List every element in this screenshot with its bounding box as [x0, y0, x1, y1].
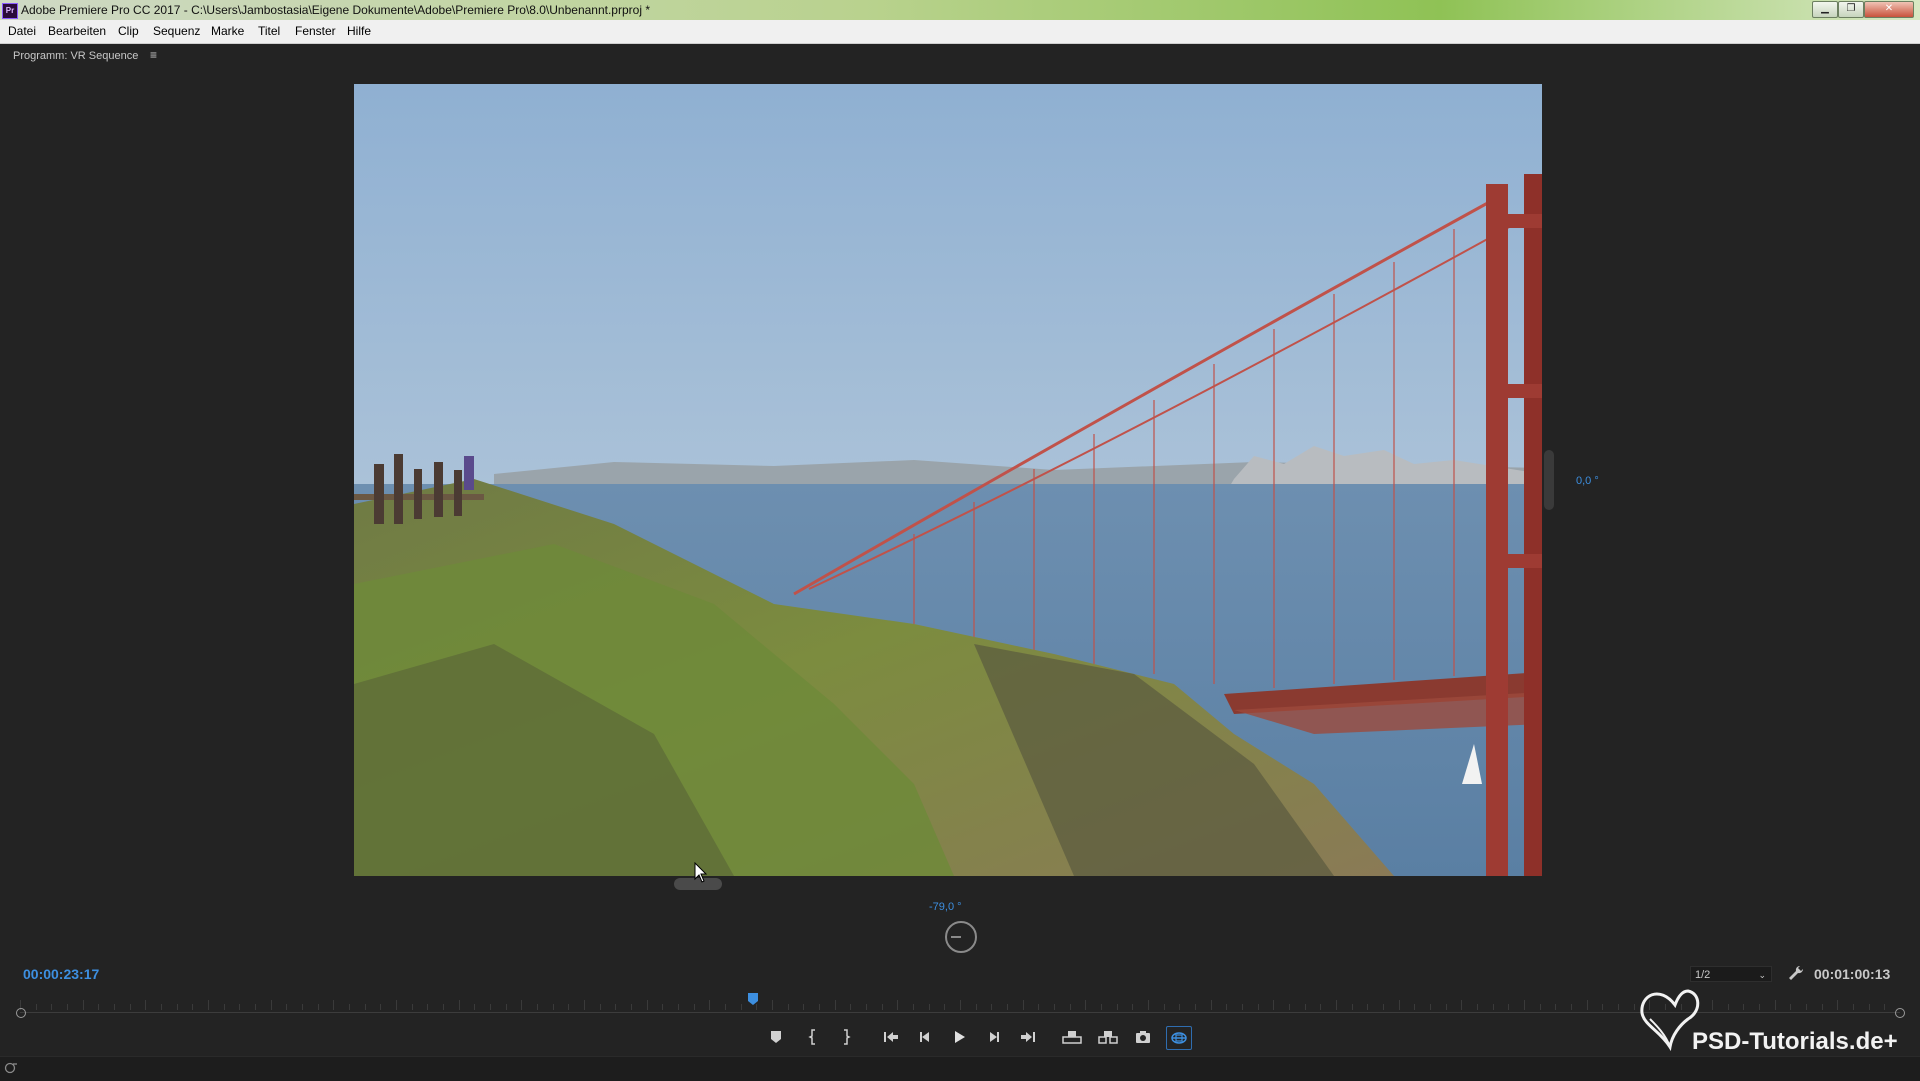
menu-titel[interactable]: Titel: [258, 20, 280, 43]
maximize-button[interactable]: ❐: [1838, 1, 1864, 18]
menu-bearbeiten[interactable]: Bearbeiten: [48, 20, 106, 43]
watermark-text: PSD-Tutorials.de+: [1692, 1028, 1898, 1055]
program-monitor-video[interactable]: [354, 84, 1542, 876]
step-forward-icon: [990, 1032, 999, 1042]
step-forward-button[interactable]: [982, 1026, 1006, 1048]
go-to-out-button[interactable]: [1016, 1026, 1040, 1048]
menu-sequenz[interactable]: Sequenz: [153, 20, 200, 43]
step-back-icon: [920, 1032, 929, 1042]
minimize-button[interactable]: ▁: [1812, 1, 1838, 18]
go-to-out-icon: [1021, 1032, 1035, 1042]
camera-icon: [1136, 1031, 1150, 1043]
premiere-app-icon[interactable]: Pr: [2, 3, 18, 19]
mouse-cursor-icon: [694, 862, 708, 883]
chevron-down-icon: ⌄: [1758, 970, 1766, 980]
mark-out-icon: [844, 1029, 851, 1045]
close-icon: ✕: [1884, 3, 1894, 14]
vr-rotation-dial[interactable]: [945, 921, 977, 953]
vr-video-button[interactable]: [1166, 1026, 1192, 1050]
menu-bar: Datei Bearbeiten Clip Sequenz Marke Tite…: [0, 20, 1920, 44]
extract-button[interactable]: [1096, 1026, 1120, 1048]
mark-in-icon: [808, 1029, 815, 1045]
horizontal-angle-readout: 0,0 °: [1576, 475, 1599, 487]
play-button[interactable]: [947, 1026, 971, 1048]
mark-out-button[interactable]: [834, 1026, 858, 1048]
vertical-angle-slider[interactable]: [1544, 450, 1554, 510]
lift-button[interactable]: [1060, 1026, 1084, 1048]
playback-resolution-select[interactable]: 1/2 ⌄: [1690, 966, 1772, 982]
time-ruler[interactable]: [20, 998, 1900, 1010]
status-bar: [0, 1056, 1920, 1081]
time-ruler-baseline: [20, 1012, 1900, 1013]
menu-marke[interactable]: Marke: [211, 20, 244, 43]
marker-icon: [771, 1031, 781, 1043]
resolution-value: 1/2: [1695, 969, 1711, 981]
menu-fenster[interactable]: Fenster: [295, 20, 336, 43]
vertical-angle-readout: -79,0 °: [929, 901, 962, 913]
wrench-icon[interactable]: [1787, 964, 1805, 982]
export-frame-button[interactable]: [1131, 1026, 1155, 1048]
mark-in-button[interactable]: [801, 1026, 825, 1048]
menu-clip[interactable]: Clip: [118, 20, 139, 43]
go-to-in-button[interactable]: [879, 1026, 903, 1048]
lift-icon: [1062, 1031, 1082, 1044]
play-icon: [955, 1031, 965, 1043]
duration-timecode: 00:01:00:13: [1814, 966, 1891, 982]
in-point-handle[interactable]: [16, 1008, 26, 1018]
minimize-icon: ▁: [1821, 3, 1829, 14]
extract-icon: [1098, 1031, 1118, 1044]
close-button[interactable]: ✕: [1864, 1, 1914, 18]
step-back-button[interactable]: [913, 1026, 937, 1048]
maximize-icon: ❐: [1846, 3, 1856, 14]
current-timecode[interactable]: 00:00:23:17: [23, 966, 99, 982]
menu-datei[interactable]: Datei: [8, 20, 36, 43]
render-status-icon[interactable]: [4, 1062, 18, 1074]
vr-icon: [1171, 1032, 1187, 1044]
panel-menu-icon[interactable]: ≡: [150, 48, 157, 62]
program-monitor-title[interactable]: Programm: VR Sequence: [13, 50, 138, 62]
add-marker-button[interactable]: [764, 1026, 788, 1048]
go-to-in-icon: [884, 1032, 898, 1042]
title-bar: Pr Adobe Premiere Pro CC 2017 - C:\Users…: [0, 0, 1920, 20]
playhead[interactable]: [748, 993, 759, 1005]
vr-video-frame: [354, 84, 1542, 876]
window-title: Adobe Premiere Pro CC 2017 - C:\Users\Ja…: [21, 3, 650, 17]
menu-hilfe[interactable]: Hilfe: [347, 20, 371, 43]
